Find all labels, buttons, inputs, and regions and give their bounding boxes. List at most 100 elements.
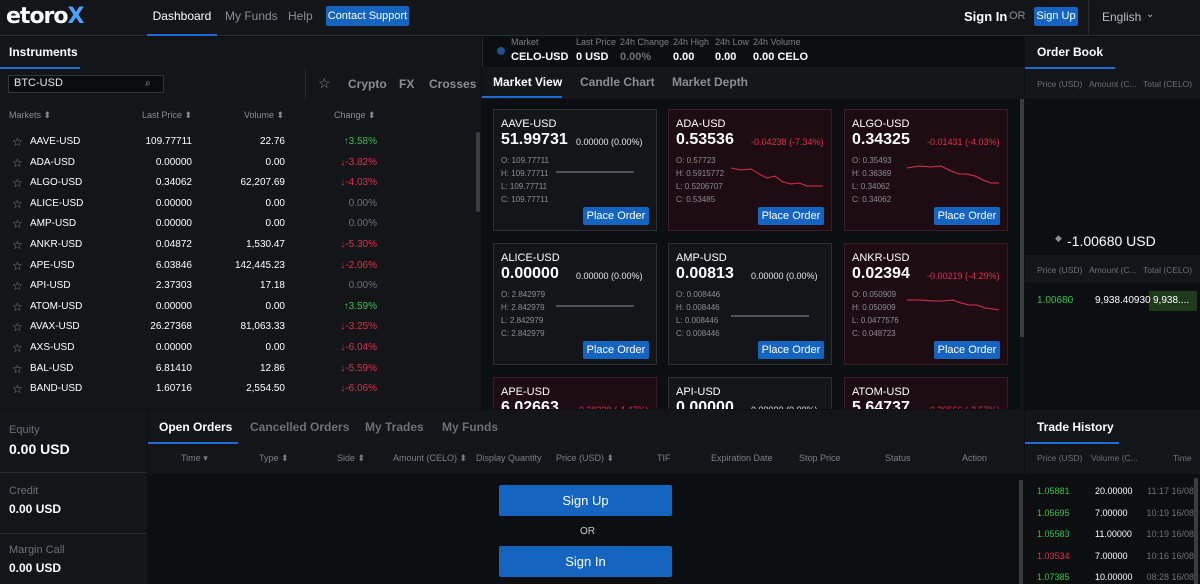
- sign-in-button[interactable]: Sign In: [499, 546, 672, 577]
- favorites-star-icon[interactable]: ☆: [318, 75, 331, 92]
- ob-bid-price[interactable]: 1.00680: [1037, 295, 1073, 306]
- col-price[interactable]: Price (USD) ⬍: [556, 453, 614, 464]
- star-icon[interactable]: ☆: [12, 156, 23, 170]
- instrument-row[interactable]: ☆ ADA-USD 0.00000 0.00 ↓-3.82%: [0, 153, 470, 174]
- star-icon[interactable]: ☆: [12, 176, 23, 190]
- scrollbar[interactable]: [476, 132, 480, 212]
- instrument-row[interactable]: ☆ ATOM-USD 0.00000 0.00 ↑3.59%: [0, 297, 470, 318]
- tab-open-orders[interactable]: Open Orders: [159, 420, 232, 434]
- sign-in-link[interactable]: Sign In: [964, 9, 1007, 24]
- tile-close: C: 2.842979: [501, 329, 545, 338]
- tab-candle-chart[interactable]: Candle Chart: [580, 75, 655, 89]
- star-icon[interactable]: ☆: [12, 217, 23, 231]
- place-order-button[interactable]: Place Order: [583, 341, 649, 359]
- col-status: Status: [885, 453, 911, 463]
- place-order-button[interactable]: Place Order: [758, 341, 824, 359]
- instrument-row[interactable]: ☆ AMP-USD 0.00000 0.00 0.00%: [0, 214, 470, 235]
- sparkline: [556, 171, 634, 173]
- sign-up-button[interactable]: Sign Up: [499, 485, 672, 516]
- star-icon[interactable]: ☆: [12, 382, 23, 396]
- market-tile[interactable]: ALGO-USD 0.34325 -0.01431 (-4.03%) O: 0.354…: [844, 109, 1008, 231]
- place-order-button[interactable]: Place Order: [758, 207, 824, 225]
- market-tile[interactable]: APE-USD6.02663 -0.28238 (-4.47%): [493, 377, 657, 409]
- tab-cancelled-orders[interactable]: Cancelled Orders: [250, 420, 349, 434]
- sort-desc-icon: ▾: [203, 453, 208, 463]
- header-last-price[interactable]: Last Price ⬍: [142, 110, 192, 121]
- etorox-logo[interactable]: etoroX: [6, 4, 84, 29]
- market-tile[interactable]: ANKR-USD 0.02394 -0.00219 (-4.29%) O: 0.050…: [844, 243, 1008, 365]
- language-select[interactable]: English: [1102, 10, 1141, 24]
- tab-my-funds[interactable]: My Funds: [442, 420, 498, 434]
- star-icon[interactable]: ☆: [12, 197, 23, 211]
- star-icon[interactable]: ☆: [12, 362, 23, 376]
- ob-header-amount: Amount (C...: [1089, 265, 1137, 275]
- search-icon[interactable]: ⌕: [145, 78, 151, 89]
- category-crypto[interactable]: Crypto: [348, 77, 387, 91]
- col-time[interactable]: Time ▾: [181, 453, 208, 464]
- scrollbar[interactable]: [1019, 480, 1023, 584]
- instrument-row[interactable]: ☆ API-USD 2.37303 17.18 0.00%: [0, 276, 470, 297]
- instrument-search-input[interactable]: BTC-USD: [8, 75, 164, 93]
- market-tile[interactable]: ATOM-USD5.64737 -0.30566 (-2.57%): [844, 377, 1008, 409]
- star-icon[interactable]: ☆: [12, 341, 23, 355]
- instrument-row[interactable]: ☆ AXS-USD 0.00000 0.00 ↓-6.04%: [0, 338, 470, 359]
- scrollbar[interactable]: [1194, 478, 1198, 584]
- place-order-button[interactable]: Place Order: [583, 207, 649, 225]
- star-icon[interactable]: ☆: [12, 135, 23, 149]
- tile-symbol: ALGO-USD: [852, 118, 910, 130]
- col-amount[interactable]: Amount (CELO) ⬍: [393, 453, 467, 464]
- ticker-market[interactable]: CELO-USD: [511, 51, 568, 63]
- instrument-last-price: 0.34062: [155, 177, 192, 189]
- category-fx[interactable]: FX: [399, 77, 414, 91]
- header-markets[interactable]: Markets ⬍: [9, 110, 51, 121]
- nav-dashboard[interactable]: Dashboard: [147, 0, 217, 36]
- instrument-row[interactable]: ☆ ANKR-USD 0.04872 1,530.47 ↓-5.30%: [0, 235, 470, 256]
- market-tile[interactable]: ADA-USD 0.53536 -0.04238 (-7.34%) O: 0.5772…: [668, 109, 832, 231]
- sign-up-button[interactable]: Sign Up: [1034, 7, 1078, 26]
- instrument-volume: 2,554.50: [246, 383, 285, 395]
- tab-market-view[interactable]: Market View: [493, 75, 562, 89]
- contact-support-button[interactable]: Contact Support: [326, 6, 409, 26]
- instrument-row[interactable]: ☆ ALICE-USD 0.00000 0.00 0.00%: [0, 194, 470, 215]
- instrument-row[interactable]: ☆ ALGO-USD 0.34062 62,207.69 ↓-4.03%: [0, 173, 470, 194]
- ticker-24h-volume: 0.00 CELO: [753, 51, 809, 63]
- star-icon[interactable]: ☆: [12, 300, 23, 314]
- header-volume[interactable]: Volume ⬍: [244, 110, 284, 121]
- col-type[interactable]: Type ⬍: [259, 453, 289, 464]
- place-order-button[interactable]: Place Order: [934, 341, 1000, 359]
- star-icon[interactable]: ☆: [12, 259, 23, 273]
- nav-my-funds[interactable]: My Funds: [225, 0, 278, 36]
- market-tile[interactable]: AMP-USD 0.00813 0.00000 (0.00%) O: 0.008446…: [668, 243, 832, 365]
- instrument-row[interactable]: ☆ APE-USD 6.03846 142,445.23 ↓-2.06%: [0, 256, 470, 277]
- chevron-down-icon[interactable]: ⌄: [1146, 9, 1154, 20]
- ticker-label-24h-volume: 24h Volume: [753, 37, 801, 47]
- tile-price: 0.53536: [676, 131, 734, 148]
- sort-icon: ⬍: [281, 453, 289, 463]
- active-tab-indicator: [1025, 67, 1115, 69]
- category-crosses[interactable]: Crosses: [429, 77, 476, 91]
- market-tile[interactable]: AAVE-USD 51.99731 0.00000 (0.00%) O: 109.77…: [493, 109, 657, 231]
- market-tile[interactable]: ALICE-USD 0.00000 0.00000 (0.00%) O: 2.8429…: [493, 243, 657, 365]
- instrument-row[interactable]: ☆ AAVE-USD 109.77711 22.76 ↑3.58%: [0, 132, 470, 153]
- trade-history-title: Trade History: [1037, 420, 1114, 434]
- tab-my-trades[interactable]: My Trades: [365, 420, 424, 434]
- market-tile[interactable]: API-USD0.00000 0.00000 (0.00%): [668, 377, 832, 409]
- tab-market-depth[interactable]: Market Depth: [672, 75, 748, 89]
- instrument-volume: 0.00: [265, 218, 285, 230]
- place-order-button[interactable]: Place Order: [934, 207, 1000, 225]
- instrument-row[interactable]: ☆ AVAX-USD 26.27368 81,063.33 ↓-3.25%: [0, 317, 470, 338]
- header-change[interactable]: Change ⬍: [334, 110, 376, 121]
- instrument-row[interactable]: ☆ BAND-USD 1.60716 2,554.50 ↓-6.06%: [0, 379, 470, 400]
- tile-price: 0.34325: [852, 131, 910, 148]
- nav-help[interactable]: Help: [288, 0, 313, 36]
- star-icon[interactable]: ☆: [12, 320, 23, 334]
- star-icon[interactable]: ☆: [12, 238, 23, 252]
- instrument-change: ↑3.58%: [343, 136, 377, 147]
- tile-close: C: 0.048723: [852, 329, 896, 338]
- instrument-row[interactable]: ☆ BAL-USD 6.81410 12.86 ↓-5.59%: [0, 359, 470, 380]
- col-side[interactable]: Side ⬍: [337, 453, 365, 464]
- ticker-label-market: Market: [511, 37, 539, 47]
- star-icon[interactable]: ☆: [12, 279, 23, 293]
- scrollbar[interactable]: [1020, 99, 1024, 337]
- tile-close: C: 109.77711: [501, 195, 549, 204]
